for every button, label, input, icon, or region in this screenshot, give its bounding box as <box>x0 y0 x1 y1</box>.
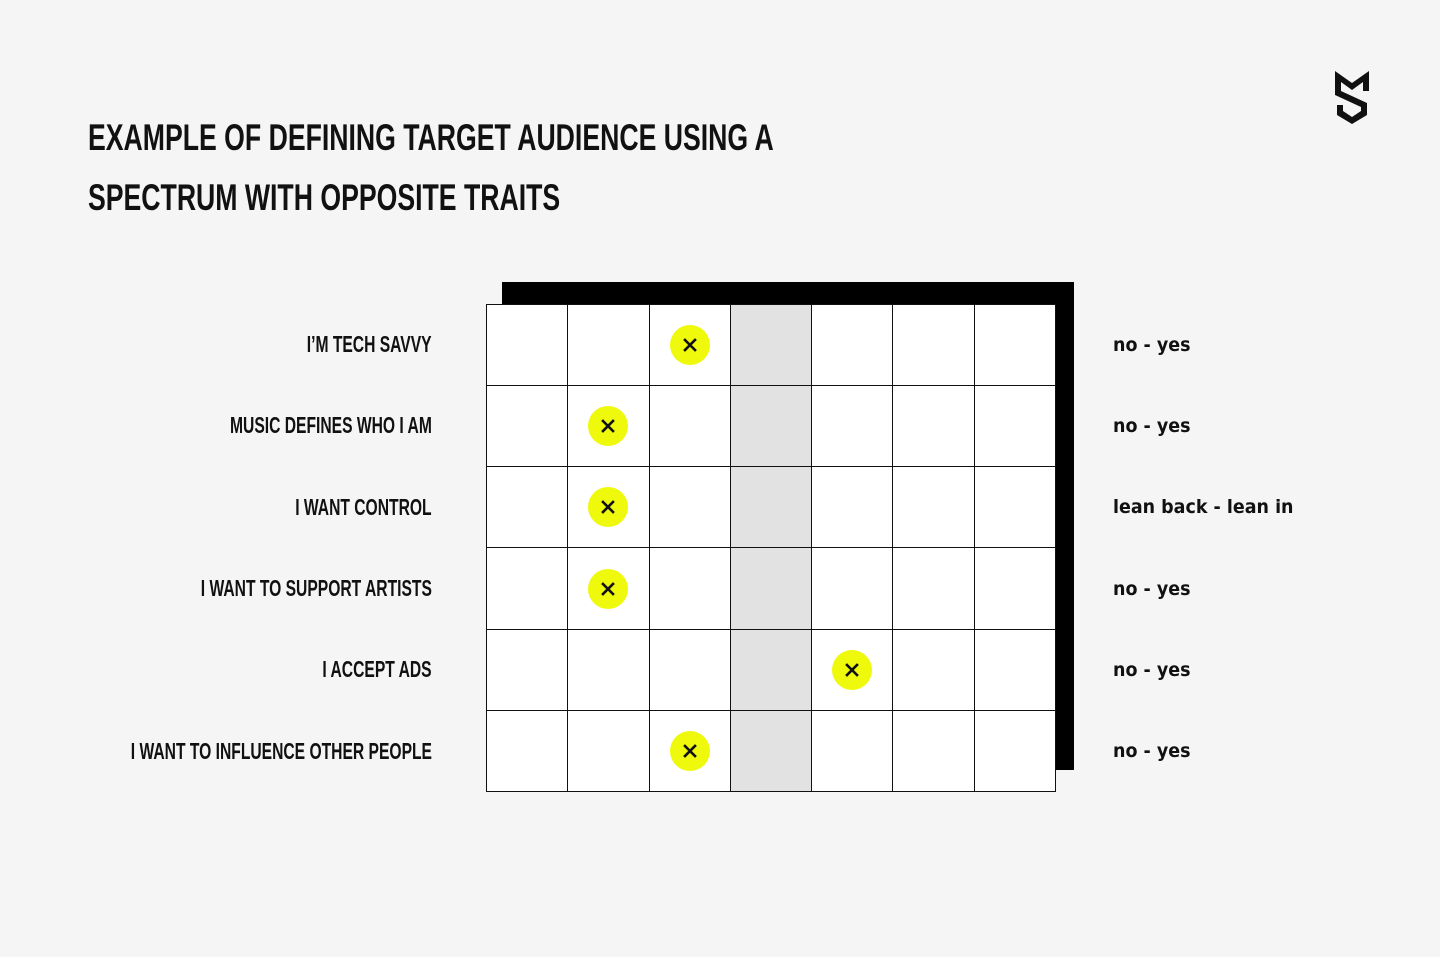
grid-cell[interactable] <box>487 386 569 468</box>
trait-label-row: MUSIC DEFINES WHO I AM <box>60 385 432 466</box>
scale-label: no - yes <box>1113 658 1191 681</box>
trait-label: I WANT TO INFLUENCE OTHER PEOPLE <box>130 737 432 764</box>
x-mark-icon <box>682 744 697 758</box>
scale-label: lean back - lean in <box>1113 496 1294 519</box>
trait-label-row: I WANT TO INFLUENCE OTHER PEOPLE <box>60 711 432 792</box>
x-mark-icon <box>682 338 697 352</box>
grid-cell[interactable] <box>893 467 975 549</box>
grid-cell[interactable] <box>974 305 1056 387</box>
grid-cell[interactable] <box>649 629 731 711</box>
selection-marker <box>588 406 629 447</box>
grid-cell[interactable] <box>893 386 975 468</box>
selection-marker <box>669 730 710 771</box>
grid-cell[interactable] <box>893 305 975 387</box>
grid-cell[interactable] <box>974 467 1056 549</box>
grid-cell[interactable] <box>974 629 1056 711</box>
grid-cell[interactable] <box>487 467 569 549</box>
x-mark-icon <box>601 581 616 596</box>
grid-cell[interactable] <box>649 548 731 630</box>
scale-label: no - yes <box>1113 577 1191 600</box>
trait-label-row: I’M TECH SAVVY <box>60 304 432 385</box>
neutral-cell[interactable] <box>730 386 813 468</box>
grid-cell[interactable] <box>974 710 1056 792</box>
grid-cell[interactable] <box>649 386 731 468</box>
grid-cell[interactable] <box>812 305 894 387</box>
grid-cell[interactable] <box>487 548 569 630</box>
scale-label-row: no - yes <box>1113 629 1413 710</box>
title-line-1: EXAMPLE OF DEFINING TARGET AUDIENCE USIN… <box>88 117 774 158</box>
trait-label-row: I WANT CONTROL <box>60 467 432 548</box>
trait-label: I WANT CONTROL <box>295 493 432 520</box>
grid-cell[interactable] <box>812 710 894 792</box>
trait-label: MUSIC DEFINES WHO I AM <box>230 412 432 439</box>
grid-cell[interactable] <box>568 629 650 711</box>
grid-cell[interactable] <box>568 548 650 630</box>
neutral-cell[interactable] <box>730 629 813 711</box>
scale-label-row: no - yes <box>1113 548 1413 629</box>
grid-cell[interactable] <box>974 548 1056 630</box>
x-mark-icon <box>845 662 860 677</box>
grid-cell[interactable] <box>812 548 894 630</box>
scale-label-row: no - yes <box>1113 385 1413 466</box>
neutral-cell[interactable] <box>730 710 813 792</box>
grid-cell[interactable] <box>812 629 894 711</box>
trait-label: I ACCEPT ADS <box>322 656 432 683</box>
grid-cell[interactable] <box>812 467 894 549</box>
spectrum-grid <box>486 304 1056 792</box>
grid-cell[interactable] <box>568 386 650 468</box>
grid-cell[interactable] <box>893 710 975 792</box>
scale-label-row: no - yes <box>1113 711 1413 792</box>
selection-marker <box>832 649 873 690</box>
trait-label: I WANT TO SUPPORT ARTISTS <box>200 575 432 602</box>
grid-cell[interactable] <box>487 710 569 792</box>
scale-label-row: lean back - lean in <box>1113 467 1413 548</box>
grid-cell[interactable] <box>649 305 731 387</box>
scale-label: no - yes <box>1113 414 1191 437</box>
selection-marker <box>669 325 710 366</box>
grid-cell[interactable] <box>568 710 650 792</box>
x-mark-icon <box>601 500 616 515</box>
neutral-cell[interactable] <box>730 548 813 630</box>
trait-label-row: I WANT TO SUPPORT ARTISTS <box>60 548 432 629</box>
scale-label-row: no - yes <box>1113 304 1413 385</box>
selection-marker <box>588 487 629 528</box>
grid-cell[interactable] <box>649 467 731 549</box>
scale-label: no - yes <box>1113 333 1191 356</box>
title-line-2: SPECTRUM WITH OPPOSITE TRAITS <box>88 177 561 218</box>
trait-labels: I’M TECH SAVVY MUSIC DEFINES WHO I AM I WA… <box>60 304 432 792</box>
grid-cell[interactable] <box>649 710 731 792</box>
grid-cell[interactable] <box>893 629 975 711</box>
grid-cell[interactable] <box>487 629 569 711</box>
trait-label-row: I ACCEPT ADS <box>60 629 432 710</box>
scale-label: no - yes <box>1113 740 1191 763</box>
neutral-cell[interactable] <box>730 305 813 387</box>
grid-cell[interactable] <box>568 467 650 549</box>
brand-logo-icon <box>1335 71 1369 124</box>
selection-marker <box>588 568 629 609</box>
grid-cell[interactable] <box>812 386 894 468</box>
neutral-cell[interactable] <box>730 467 813 549</box>
x-mark-icon <box>601 419 616 434</box>
page-title: EXAMPLE OF DEFINING TARGET AUDIENCE USIN… <box>88 108 774 228</box>
grid-cell[interactable] <box>568 305 650 387</box>
trait-label: I’M TECH SAVVY <box>307 331 432 358</box>
scale-labels: no - yes no - yes lean back - lean in no - … <box>1113 304 1413 792</box>
grid-cell[interactable] <box>974 386 1056 468</box>
grid-cell[interactable] <box>893 548 975 630</box>
grid-cell[interactable] <box>487 305 569 387</box>
